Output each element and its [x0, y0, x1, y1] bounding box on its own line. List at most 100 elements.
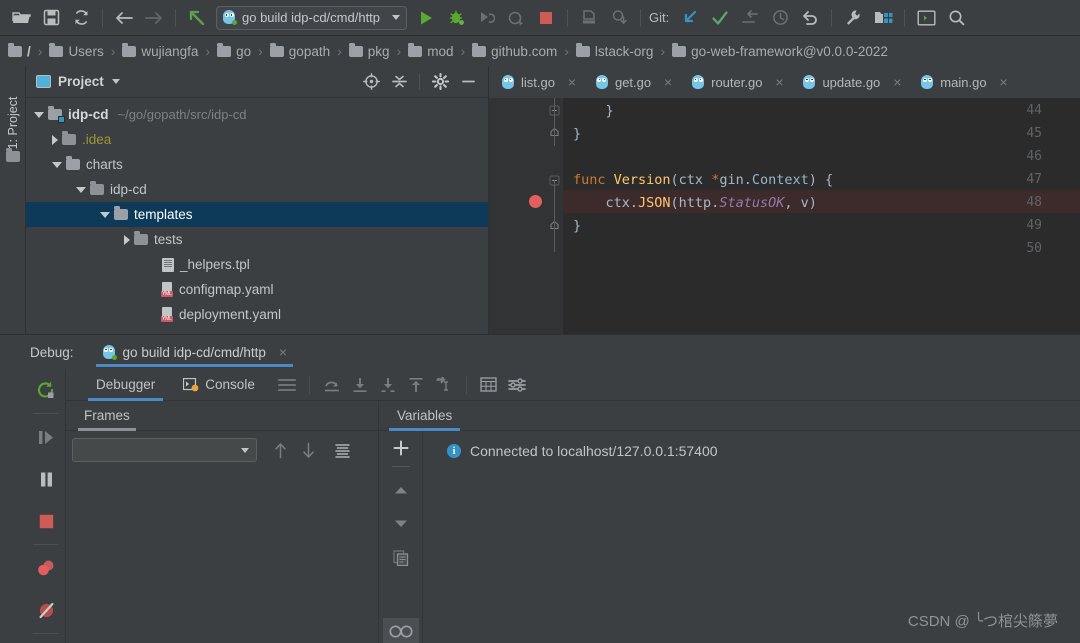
collapse-all-icon[interactable]: [387, 70, 411, 94]
folder-icon[interactable]: [6, 148, 20, 162]
toolbar-divider: [831, 8, 833, 27]
breadcrumb-label: go-web-framework@v0.0.0-2022: [691, 43, 888, 59]
breadcrumb-label: go: [236, 43, 252, 59]
tree-row-templates[interactable]: templates: [26, 202, 488, 227]
tab-console[interactable]: Console: [169, 369, 269, 401]
sync-icon[interactable]: [66, 4, 96, 32]
tree-row-charts[interactable]: charts: [26, 152, 488, 177]
breadcrumb-item[interactable]: github.com: [472, 42, 557, 59]
settings-gear-icon[interactable]: [428, 70, 452, 94]
view-breakpoints-icon[interactable]: [26, 547, 66, 589]
tab-router-go[interactable]: router.go ×: [679, 66, 790, 98]
tab-variables[interactable]: Variables: [379, 408, 468, 431]
twisty-down-icon[interactable]: [76, 186, 86, 193]
toolbar-divider: [640, 8, 642, 27]
breakpoint-marker[interactable]: [529, 195, 542, 208]
breadcrumb-item[interactable]: Users: [49, 42, 104, 59]
close-icon[interactable]: ×: [279, 344, 287, 360]
tree-node-label: tests: [154, 232, 183, 247]
thread-list-icon[interactable]: [329, 437, 355, 463]
frames-pane: Frames: [66, 401, 378, 643]
mute-breakpoints-icon[interactable]: [26, 589, 66, 631]
resume-program-icon: [26, 416, 66, 458]
run-icon[interactable]: [411, 4, 441, 32]
wrench-icon[interactable]: [838, 4, 868, 32]
project-structure-icon[interactable]: [868, 4, 898, 32]
chevron-down-icon[interactable]: [241, 447, 249, 453]
tab-get-go[interactable]: get.go ×: [583, 66, 679, 98]
rerun-icon[interactable]: [26, 369, 66, 411]
save-icon[interactable]: [36, 4, 66, 32]
inspect-icon[interactable]: [383, 618, 419, 643]
code-editor[interactable]: 44 45 46 47 48 49 50}} func Version(ct…: [489, 98, 1080, 334]
settings-icon[interactable]: [503, 372, 531, 398]
update-project-icon[interactable]: [675, 4, 705, 32]
twisty-down-icon[interactable]: [100, 211, 110, 218]
close-icon[interactable]: ×: [772, 74, 786, 90]
search-icon[interactable]: [941, 4, 971, 32]
left-tool-stripe: 1: Project: [0, 66, 26, 334]
line-number: 48: [1026, 195, 1042, 210]
pause-program-icon[interactable]: [26, 458, 66, 500]
breadcrumb-item[interactable]: /: [8, 42, 31, 59]
breadcrumb-item[interactable]: lstack-org: [575, 42, 654, 59]
twisty-right-icon[interactable]: [52, 134, 58, 145]
tree-row-idp-cd[interactable]: idp-cd ~/go/gopath/src/idp-cd: [26, 102, 488, 127]
folder-icon: [348, 42, 363, 57]
tree-row-tests[interactable]: tests: [26, 227, 488, 252]
chevron-down-icon[interactable]: [392, 15, 401, 20]
tree-row-idea[interactable]: .idea: [26, 127, 488, 152]
breadcrumb-separator: ›: [460, 43, 466, 59]
twisty-down-icon[interactable]: [34, 111, 44, 118]
toolbar-divider: [419, 73, 420, 90]
variables-pane: Variables i Connected to localhost/127.0…: [379, 401, 1080, 643]
stop-icon[interactable]: [531, 4, 561, 32]
tab-update-go[interactable]: update.go ×: [790, 66, 908, 98]
settings-gear-icon[interactable]: [26, 636, 66, 643]
tab-main-go[interactable]: main.go ×: [908, 66, 1014, 98]
back-arrow-icon[interactable]: [109, 4, 139, 32]
tree-row-deployment-yaml[interactable]: YML deployment.yaml: [26, 302, 488, 327]
breadcrumb-item[interactable]: go-web-framework@v0.0.0-2022: [672, 42, 888, 59]
close-icon[interactable]: ×: [890, 74, 904, 90]
evaluate-icon[interactable]: [475, 372, 503, 398]
breadcrumb-item[interactable]: mod: [408, 42, 453, 59]
twisty-down-icon[interactable]: [52, 161, 62, 168]
open-folder-icon[interactable]: [6, 4, 36, 32]
breadcrumb-item[interactable]: gopath: [269, 42, 330, 59]
breadcrumb-item[interactable]: pkg: [348, 42, 390, 59]
tree-row-configmap-yaml[interactable]: YML configmap.yaml: [26, 277, 488, 302]
hide-icon[interactable]: [456, 70, 480, 94]
tab-list-go[interactable]: list.go ×: [489, 66, 583, 98]
stop-icon[interactable]: [26, 500, 66, 542]
debug-session-tab[interactable]: go build idp-cd/cmd/http ×: [95, 335, 294, 369]
tree-row-helpers-tpl[interactable]: _helpers.tpl: [26, 252, 488, 277]
tree-node-label: _helpers.tpl: [180, 257, 250, 272]
run-configuration-selector[interactable]: go build idp-cd/cmd/http: [216, 5, 408, 30]
terminal-icon[interactable]: [911, 4, 941, 32]
layout-icon[interactable]: [273, 372, 301, 398]
undo-jump-icon[interactable]: [182, 4, 212, 32]
tab-debugger[interactable]: Debugger: [82, 369, 169, 401]
variables-row[interactable]: i Connected to localhost/127.0.0.1:57400: [423, 437, 1080, 465]
close-icon[interactable]: ×: [565, 74, 579, 90]
project-icon: [36, 75, 51, 88]
close-icon[interactable]: ×: [997, 74, 1011, 90]
breadcrumb-label: Users: [68, 43, 104, 59]
breadcrumb-label: lstack-org: [594, 43, 654, 59]
toolbar-divider: [175, 8, 176, 27]
chevron-down-icon[interactable]: [111, 79, 120, 84]
locate-icon[interactable]: [359, 70, 383, 94]
debug-icon[interactable]: [441, 4, 471, 32]
rollback-icon[interactable]: [795, 4, 825, 32]
thread-selector[interactable]: [72, 438, 257, 462]
breadcrumb-item[interactable]: wujiangfa: [122, 42, 198, 59]
twisty-right-icon[interactable]: [124, 234, 130, 245]
tab-frames[interactable]: Frames: [66, 408, 146, 431]
add-watch-icon[interactable]: [379, 431, 423, 465]
commit-icon[interactable]: [705, 4, 735, 32]
tree-row-idp-cd-chart[interactable]: idp-cd: [26, 177, 488, 202]
breadcrumb-item[interactable]: go: [217, 42, 252, 59]
divider: [465, 375, 467, 394]
close-icon[interactable]: ×: [661, 74, 675, 90]
